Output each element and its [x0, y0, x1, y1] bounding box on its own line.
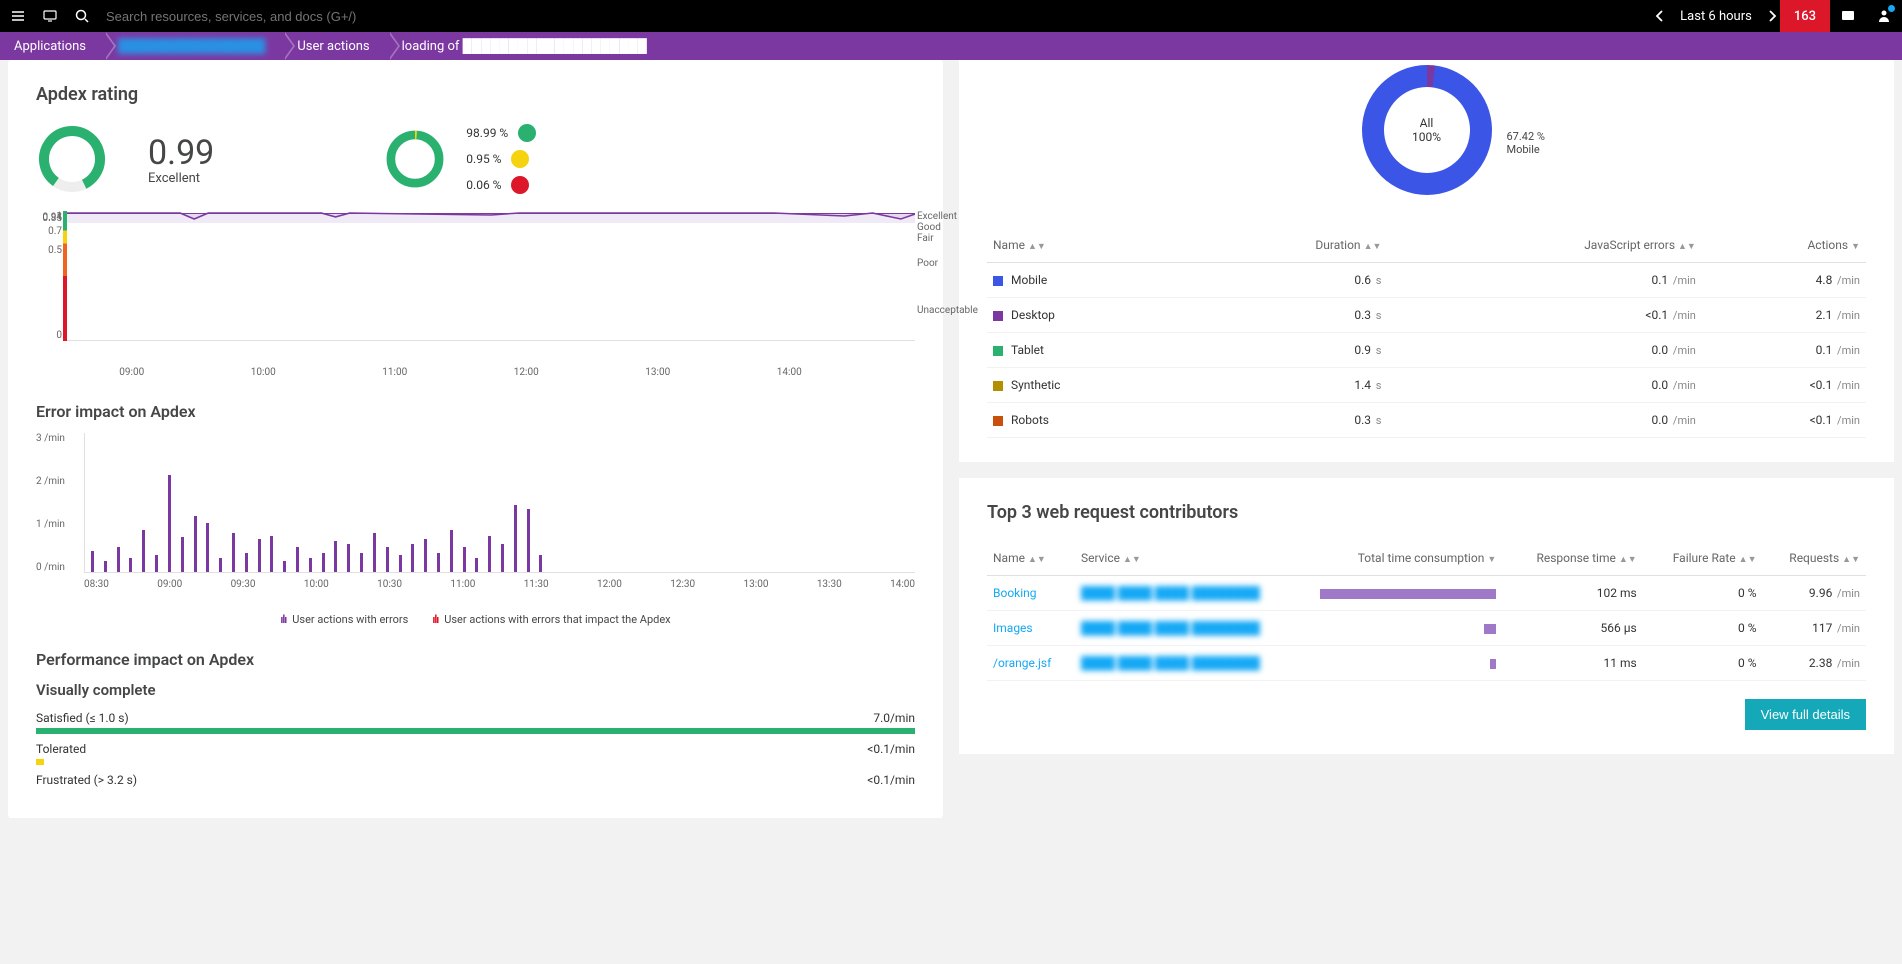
hamburger-icon[interactable]: [10, 8, 26, 24]
face-sad-icon: [511, 176, 529, 194]
table-row[interactable]: /orange.jsf ████ ████ ████ ████████ 11 m…: [987, 646, 1866, 681]
apdex-quality-scale: [63, 211, 67, 341]
perf-impact-title: Performance impact on Apdex: [36, 650, 915, 669]
col-wr-service[interactable]: Service▲▼: [1075, 541, 1314, 576]
crumb-app-name[interactable]: ████████████████: [104, 32, 283, 60]
face-happy-icon: [518, 124, 536, 142]
apdex-satisfied-row: 98.99 %: [466, 124, 536, 142]
chat-icon[interactable]: [1830, 0, 1866, 32]
problems-badge[interactable]: 163: [1780, 0, 1830, 32]
search-input[interactable]: [106, 9, 406, 24]
col-wr-name[interactable]: Name▲▼: [987, 541, 1075, 576]
time-prev-button[interactable]: [1652, 0, 1668, 32]
table-row[interactable]: Synthetic 1.4 s 0.0 /min <0.1 /min: [987, 368, 1866, 403]
table-row[interactable]: Desktop 0.3 s <0.1 /min 2.1 /min: [987, 298, 1866, 333]
col-wr-requests[interactable]: Requests▲▼: [1763, 541, 1867, 576]
apdex-timeseries-chart: 1 0.94 0.85 0.7 0.5 0 Excellent Good: [36, 211, 915, 361]
table-row[interactable]: Tablet 0.9 s 0.0 /min 0.1 /min: [987, 333, 1866, 368]
table-row[interactable]: Booking ████ ████ ████ ████████ 102 ms 0…: [987, 576, 1866, 611]
apdex-score-block: 0.99 Excellent: [148, 133, 214, 186]
apdex-card: Apdex rating 0.99 Excellent 98.99: [8, 60, 943, 818]
col-actions[interactable]: Actions▼: [1702, 228, 1866, 263]
bar-icon: ılı: [280, 613, 286, 626]
view-full-details-button[interactable]: View full details: [1745, 699, 1866, 730]
apdex-x-axis: 09:0010:0011:0012:0013:0014:00: [36, 367, 915, 378]
apdex-tolerated-row: 0.95 %: [466, 150, 536, 168]
time-next-button[interactable]: [1764, 0, 1780, 32]
webreq-table: Name▲▼ Service▲▼ Total time consumption▼…: [987, 541, 1866, 681]
perf-frustrated-row: Frustrated (> 3.2 s)<0.1/min: [36, 773, 915, 792]
apdex-gauge: [36, 123, 108, 195]
search-icon[interactable]: [74, 8, 90, 24]
user-icon[interactable]: [1866, 0, 1902, 32]
bar-icon: ılı: [432, 613, 438, 626]
time-range-selector[interactable]: Last 6 hours: [1668, 0, 1764, 32]
face-neutral-icon: [511, 150, 529, 168]
table-row[interactable]: Robots 0.3 s 0.0 /min <0.1 /min: [987, 403, 1866, 438]
col-wr-resptime[interactable]: Response time▲▼: [1502, 541, 1642, 576]
table-row[interactable]: Mobile 0.6 s 0.1 /min 4.8 /min: [987, 263, 1866, 298]
col-wr-consumption[interactable]: Total time consumption▼: [1314, 541, 1502, 576]
col-duration[interactable]: Duration▲▼: [1189, 228, 1387, 263]
error-impact-title: Error impact on Apdex: [36, 402, 915, 421]
error-impact-chart: 3 /min 2 /min 1 /min 0 /min: [36, 433, 915, 603]
crumb-current: loading of ████████████████████: [388, 32, 665, 60]
crumb-user-actions[interactable]: User actions: [283, 32, 387, 60]
top-bar: Last 6 hours 163: [0, 0, 1902, 32]
webreq-title: Top 3 web request contributors: [987, 502, 1866, 523]
perf-satisfied-row: Satisfied (≤ 1.0 s)7.0/min: [36, 711, 915, 734]
perf-impact-subtitle: Visually complete: [36, 681, 915, 699]
col-wr-failrate[interactable]: Failure Rate▲▼: [1643, 541, 1763, 576]
device-breakdown-card: All 100% 67.42 % Mobile Name▲▼ Duration▲…: [959, 60, 1894, 462]
col-jserrors[interactable]: JavaScript errors▲▼: [1387, 228, 1701, 263]
apdex-score-label: Excellent: [148, 171, 214, 186]
device-table: Name▲▼ Duration▲▼ JavaScript errors▲▼ Ac…: [987, 228, 1866, 438]
apdex-frustrated-row: 0.06 %: [466, 176, 536, 194]
error-legend: ılıUser actions with errors ılıUser acti…: [36, 613, 915, 626]
apdex-dist-gauge: [384, 128, 446, 190]
device-donut-chart: All 100% 67.42 % Mobile: [987, 60, 1866, 200]
col-name[interactable]: Name▲▼: [987, 228, 1189, 263]
breadcrumb: Applications ████████████████ User actio…: [0, 32, 1902, 60]
monitor-icon[interactable]: [42, 8, 58, 24]
apdex-title: Apdex rating: [36, 84, 915, 105]
web-requests-card: Top 3 web request contributors Name▲▼ Se…: [959, 478, 1894, 754]
crumb-applications[interactable]: Applications: [0, 32, 104, 60]
perf-tolerated-row: Tolerated<0.1/min: [36, 742, 915, 765]
table-row[interactable]: Images ████ ████ ████ ████████ 566 µs 0 …: [987, 611, 1866, 646]
apdex-score: 0.99: [148, 133, 214, 173]
notification-dot: [1888, 5, 1895, 12]
